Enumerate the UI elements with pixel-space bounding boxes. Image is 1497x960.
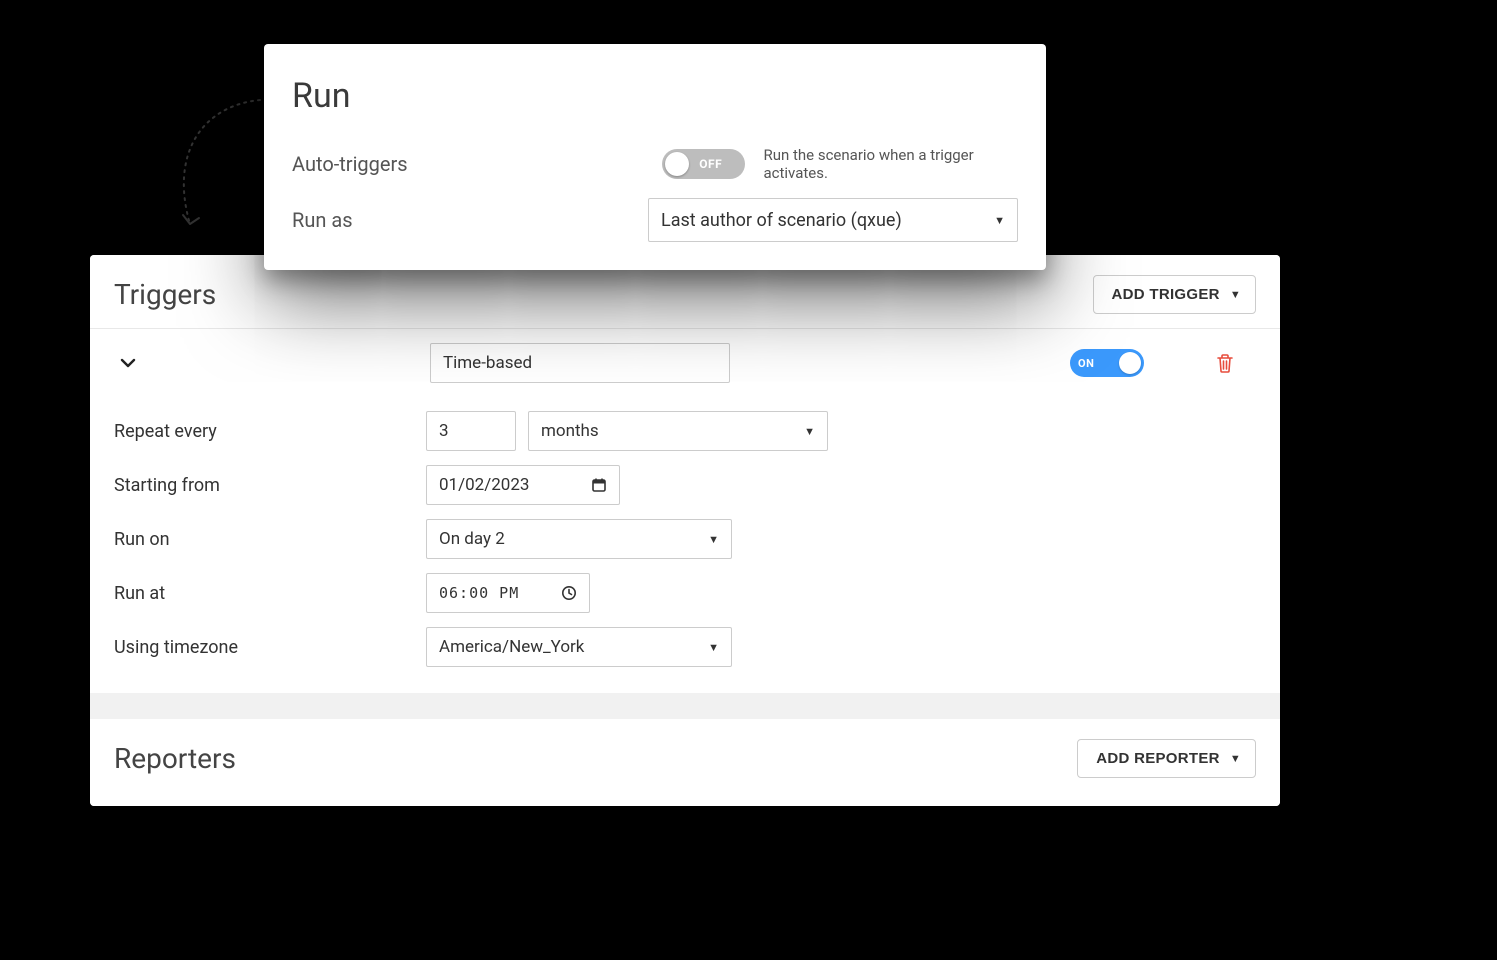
run-title: Run [292,76,1018,116]
starting-from-label: Starting from [114,475,414,496]
repeat-value: 3 [439,421,449,441]
automation-settings-card: Triggers ADD TRIGGER ▼ Time-based ON [90,255,1280,806]
chevron-down-icon[interactable] [118,353,138,373]
trigger-name-input[interactable]: Time-based [430,343,730,383]
timezone-value: America/New_York [439,637,584,657]
repeat-label: Repeat every [114,421,414,442]
reporters-panel: Reporters ADD REPORTER ▼ [90,719,1280,806]
add-reporter-label: ADD REPORTER [1096,750,1220,767]
repeat-unit-value: months [541,421,599,441]
run-at-input[interactable]: 06:00 PM [426,573,590,613]
run-on-value: On day 2 [439,529,505,549]
trash-icon[interactable] [1216,353,1234,373]
caret-down-icon: ▼ [708,533,719,546]
trigger-name-value: Time-based [443,353,532,373]
caret-down-icon: ▼ [1230,289,1241,301]
repeat-value-input[interactable]: 3 [426,411,516,451]
trigger-enabled-toggle[interactable]: ON [1070,349,1144,377]
timezone-select[interactable]: America/New_York ▼ [426,627,732,667]
starting-date-value: 01/02/2023 [439,475,529,495]
auto-triggers-toggle[interactable]: OFF [662,149,745,179]
run-as-label: Run as [292,208,648,232]
timezone-label: Using timezone [114,637,414,658]
run-at-value: 06:00 PM [439,584,519,602]
triggers-title: Triggers [114,278,216,311]
connector-arrow [160,96,280,246]
run-as-select[interactable]: Last author of scenario (qxue) ▼ [648,198,1018,242]
caret-down-icon: ▼ [1230,753,1241,765]
caret-down-icon: ▼ [994,214,1005,227]
run-at-label: Run at [114,583,414,604]
clock-icon [561,585,577,601]
run-on-select[interactable]: On day 2 ▼ [426,519,732,559]
add-reporter-button[interactable]: ADD REPORTER ▼ [1077,739,1256,778]
toggle-off-label: OFF [699,157,722,171]
calendar-icon [591,477,607,493]
triggers-panel: Triggers ADD TRIGGER ▼ Time-based ON [90,255,1280,693]
caret-down-icon: ▼ [708,641,719,654]
toggle-knob [1119,352,1141,374]
run-settings-card: Run Auto-triggers OFF Run the scenario w… [264,44,1046,270]
run-on-label: Run on [114,529,414,550]
auto-triggers-hint: Run the scenario when a trigger activate… [763,146,1018,182]
add-trigger-label: ADD TRIGGER [1112,286,1220,303]
trigger-item: Time-based ON Repeat every [114,329,1256,673]
auto-triggers-label: Auto-triggers [292,152,662,176]
add-trigger-button[interactable]: ADD TRIGGER ▼ [1093,275,1257,314]
toggle-on-label: ON [1078,357,1094,370]
toggle-knob [665,152,689,176]
run-as-value: Last author of scenario (qxue) [661,210,902,231]
repeat-unit-select[interactable]: months ▼ [528,411,828,451]
reporters-title: Reporters [114,742,236,775]
starting-date-input[interactable]: 01/02/2023 [426,465,620,505]
panel-gap [90,693,1280,719]
caret-down-icon: ▼ [804,425,815,438]
